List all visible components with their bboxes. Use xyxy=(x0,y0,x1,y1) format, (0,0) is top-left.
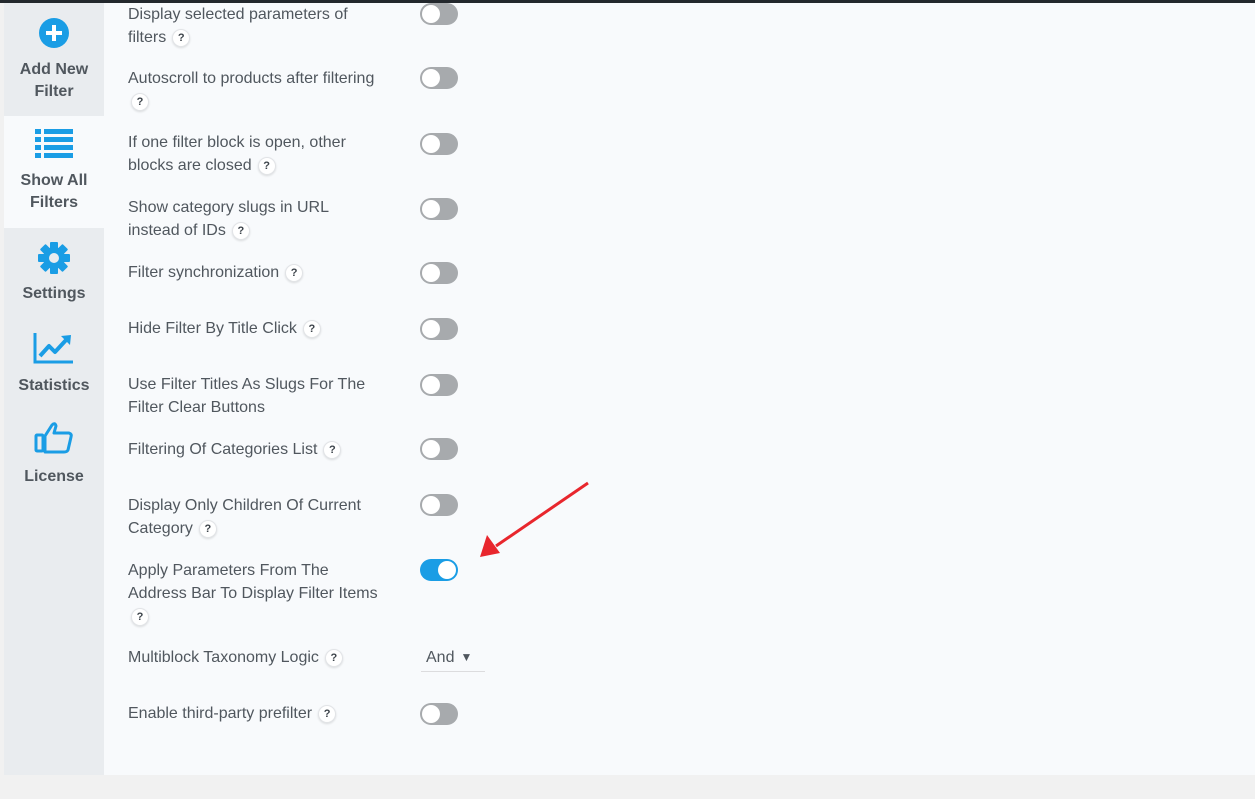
sidebar-item-label: Settings xyxy=(22,285,86,302)
sidebar-item-show-all-filters[interactable]: Show All Filters xyxy=(4,116,104,228)
setting-label: Autoscroll to products after filtering ? xyxy=(128,67,393,113)
setting-label: Display Only Children Of Current Categor… xyxy=(128,497,361,538)
help-icon[interactable]: ? xyxy=(285,263,304,282)
sidebar-item-label: Filters xyxy=(29,194,78,211)
help-icon[interactable]: ? xyxy=(323,440,342,459)
toggle-apply-address-bar-parameters[interactable] xyxy=(420,559,458,581)
toggle-hide-filter-by-title[interactable] xyxy=(420,318,458,340)
settings-panel: Display selected parameters of filters? … xyxy=(104,3,1255,775)
toggle-category-slugs[interactable] xyxy=(420,198,458,220)
toggle-filtering-categories-list[interactable] xyxy=(420,438,458,460)
toggle-third-party-prefilter[interactable] xyxy=(420,703,458,725)
setting-label: Multiblock Taxonomy Logic? xyxy=(128,646,393,669)
help-icon[interactable]: ? xyxy=(231,221,250,240)
sidebar-item-label: Filter xyxy=(34,83,74,100)
help-icon[interactable]: ? xyxy=(131,607,149,626)
toggle-titles-as-slugs[interactable] xyxy=(420,374,458,396)
setting-label: Hide Filter By Title Click? xyxy=(128,317,393,340)
setting-label: Show category slugs in URL instead of ID… xyxy=(128,199,329,240)
sidebar-item-settings[interactable]: Settings xyxy=(4,228,104,313)
sidebar-item-label: Statistics xyxy=(18,377,90,394)
sidebar-item-statistics[interactable]: Statistics xyxy=(4,323,104,408)
toggle-only-children-categories[interactable] xyxy=(420,494,458,516)
toggle-filter-synchronization[interactable] xyxy=(420,262,458,284)
setting-label: Use Filter Titles As Slugs For The Filte… xyxy=(128,376,366,416)
setting-label: Filtering Of Categories List? xyxy=(128,438,393,461)
thumbs-up-icon xyxy=(34,422,73,454)
select-value: And xyxy=(426,649,455,666)
sidebar-item-add-new-filter[interactable]: Add New Filter xyxy=(4,3,104,116)
help-icon[interactable]: ? xyxy=(198,519,217,538)
sidebar-item-label: Add New xyxy=(19,61,89,78)
setting-label: Filter synchronization? xyxy=(128,261,393,284)
gear-icon xyxy=(38,242,70,274)
sidebar-item-license[interactable]: License xyxy=(4,415,104,500)
sidebar-item-label: Show All xyxy=(20,172,88,189)
help-icon[interactable]: ? xyxy=(302,319,321,338)
plus-circle-icon xyxy=(39,18,69,48)
toggle-autoscroll[interactable] xyxy=(420,67,458,89)
help-icon[interactable]: ? xyxy=(131,92,149,111)
help-icon[interactable]: ? xyxy=(318,704,337,723)
chart-line-icon xyxy=(33,333,73,364)
list-icon xyxy=(35,129,73,158)
sidebar-item-label: License xyxy=(24,468,84,485)
help-icon[interactable]: ? xyxy=(172,28,191,47)
help-icon[interactable]: ? xyxy=(324,648,343,667)
setting-label: Enable third-party prefilter? xyxy=(128,702,393,725)
toggle-one-block-open[interactable] xyxy=(420,133,458,155)
multiblock-taxonomy-logic-select[interactable]: And ▼ xyxy=(421,642,485,672)
setting-label: Display selected parameters of filters? xyxy=(128,6,348,47)
plugin-sidebar: Add New Filter Show All Filters Settings xyxy=(4,3,104,775)
toggle-display-selected-parameters[interactable] xyxy=(420,3,458,25)
setting-label: If one filter block is open, other block… xyxy=(128,134,346,175)
help-icon[interactable]: ? xyxy=(257,156,276,175)
caret-down-icon: ▼ xyxy=(460,650,473,664)
setting-label: Apply Parameters From The Address Bar To… xyxy=(128,559,393,628)
